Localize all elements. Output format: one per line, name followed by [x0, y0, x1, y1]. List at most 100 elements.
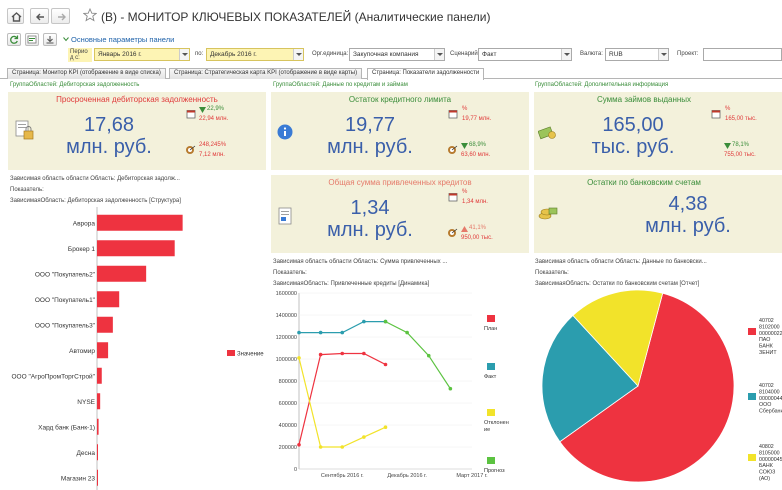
panel-caption-line2: Показатель: — [10, 187, 44, 193]
series-line — [298, 357, 386, 448]
bar-category-label: NYSE — [77, 399, 95, 406]
org-label: Орг.единица: — [312, 51, 349, 57]
kpi-unit: млн. руб. — [327, 136, 413, 158]
document-icon — [278, 207, 292, 225]
chevron-down-icon[interactable] — [658, 49, 668, 60]
home-button[interactable] — [7, 8, 24, 24]
group-header-receivables: ГруппаОбластей: Дебиторская задолженност… — [10, 82, 140, 88]
currency-value: RUB — [609, 51, 623, 58]
panel-caption-line2: Показатель: — [273, 270, 307, 276]
panel-caption-line3: ЗависимаяОбласть: Привлеченные кредиты [… — [273, 281, 430, 287]
kpi-unit: млн. руб. — [645, 215, 731, 237]
series-point — [383, 319, 388, 324]
period-from-field[interactable]: Январь 2016 г. — [94, 48, 190, 61]
tab-strategy-map[interactable]: Страница: Стратегическая карта KPI (отоб… — [169, 68, 363, 79]
bar — [97, 367, 102, 384]
star-icon[interactable] — [83, 8, 97, 22]
scenario-label: Сценарий: — [450, 51, 480, 57]
bar-category-label: ООО "Покупатель3" — [35, 322, 96, 329]
series-point — [297, 356, 301, 360]
kpi-card-borrowed[interactable]: Общая сумма привлеченных кредитов 1,34 м… — [271, 175, 529, 253]
kpi-card-bank-balance[interactable]: Остатки по банковским счетам 4,38 млн. р… — [534, 175, 782, 253]
target-icon — [448, 228, 458, 237]
series-line — [385, 321, 451, 390]
scenario-field[interactable]: Факт — [478, 48, 572, 61]
bar — [97, 265, 147, 282]
receivables-bar-chart: Аврора Брокер 1 ООО "Покупатель2" ООО "Поку… — [12, 207, 264, 490]
trend-down-icon — [724, 143, 731, 149]
kpi-card-receivables[interactable]: Просроченная дебиторская задолженность 1… — [8, 92, 266, 170]
series-point — [340, 445, 345, 449]
kpi-value: 1,34 — [350, 197, 390, 219]
kpi-caption: Сумма займов выданных — [596, 95, 692, 104]
series-point — [362, 351, 366, 356]
arrow-right-icon — [58, 13, 66, 21]
kpi-card-loans-issued[interactable]: Сумма займов выданных 165,00 тыс. руб. %… — [534, 92, 782, 170]
scenario-value: Факт — [482, 51, 497, 58]
project-field[interactable] — [703, 48, 782, 61]
kpi-delta-pct-2: 78,1% — [732, 142, 750, 148]
panel-caption-line1: Зависимая область области Область: Сумма… — [273, 259, 448, 265]
chevron-down-icon[interactable] — [434, 49, 444, 60]
x-tick-label: Декабрь 2016 г. — [387, 473, 427, 479]
chevron-down-icon[interactable] — [63, 36, 69, 42]
calendar-icon — [448, 110, 458, 119]
kpi-caption: Просроченная дебиторская задолженность — [56, 95, 218, 104]
bar — [97, 316, 113, 333]
main-params-link[interactable]: Основные параметры панели — [71, 35, 174, 44]
y-tick-label: 1400000 — [276, 313, 297, 319]
legend-swatch — [487, 409, 495, 416]
tab-kpi-list[interactable]: Страница: Монитор KPI (отображение в вид… — [7, 68, 166, 79]
panel-caption-line3: ЗависимаяОбласть: Остатки по банковским … — [535, 281, 700, 287]
series-point — [383, 425, 388, 429]
parameters-row: Перио д с: Январь 2016 г. по: Декабрь 20… — [0, 46, 782, 64]
bar-category-label: Автомир — [69, 348, 95, 355]
org-value: Закупочная компания — [353, 51, 419, 58]
panel-caption-line1: Зависимая область области Область: Данны… — [535, 259, 707, 265]
bar — [97, 342, 109, 359]
bar-category-label: Брокер 1 — [68, 246, 95, 253]
series-point — [318, 445, 323, 449]
series-point — [362, 319, 366, 324]
kpi-delta-pct-1: 22,9% — [207, 106, 225, 112]
series-point — [340, 351, 345, 356]
arrow-left-icon — [36, 13, 44, 21]
kpi-delta-pct-2: 248,245% — [199, 142, 227, 148]
org-field[interactable]: Закупочная компания — [349, 48, 445, 61]
target-icon — [186, 145, 196, 154]
chevron-down-icon[interactable] — [561, 49, 571, 60]
trend-down-icon — [199, 107, 206, 113]
calendar-icon — [711, 110, 721, 119]
coins-icon — [538, 207, 558, 220]
back-button[interactable] — [30, 8, 49, 24]
chevron-down-icon[interactable] — [179, 49, 189, 60]
period-to-field[interactable]: Декабрь 2016 г. — [206, 48, 304, 61]
download-icon — [46, 36, 54, 44]
chevron-down-icon[interactable] — [293, 49, 303, 60]
target-icon — [448, 145, 458, 154]
kpi-value: 19,77 — [344, 114, 396, 136]
toolbar: Основные параметры панели — [0, 31, 782, 47]
bar-category-label: Магазин 23 — [61, 475, 95, 482]
legend-swatch — [748, 328, 756, 335]
y-tick-label: 1000000 — [276, 357, 297, 363]
y-tick-label: 1600000 — [276, 291, 297, 297]
panel-settings-icon — [27, 35, 37, 44]
export-button[interactable] — [43, 33, 57, 46]
legend-label: Значение — [237, 352, 264, 358]
bar-category-label: ООО "АгроПромТоргСтрой" — [12, 372, 96, 380]
panel-caption-line2: Показатель: — [535, 270, 569, 276]
refresh-button[interactable] — [7, 33, 21, 46]
bar-category-label: ООО "Покупатель1" — [35, 297, 96, 304]
kpi-delta-amt-2: 63,60 млн. — [461, 152, 491, 158]
borrowed-credits-line-chart: 0 200000 400000 600000 800000 1000000 1200000 1… — [276, 291, 509, 479]
currency-field[interactable]: RUB — [605, 48, 669, 61]
settings-button[interactable] — [25, 33, 39, 46]
info-icon — [277, 124, 293, 140]
forward-button[interactable] — [51, 8, 70, 24]
legend-label: 40802 8105000 00000045 БАНК СОЮЗ (АО) — [759, 444, 782, 482]
bar-category-label: Аврора — [73, 220, 96, 227]
kpi-card-credit-limit[interactable]: Остаток кредитного лимита 19,77 млн. руб… — [271, 92, 529, 170]
tab-debt-indicators[interactable]: Страница: Показатели задолженности — [367, 68, 485, 80]
kpi-delta-pct-1: % — [725, 106, 731, 112]
